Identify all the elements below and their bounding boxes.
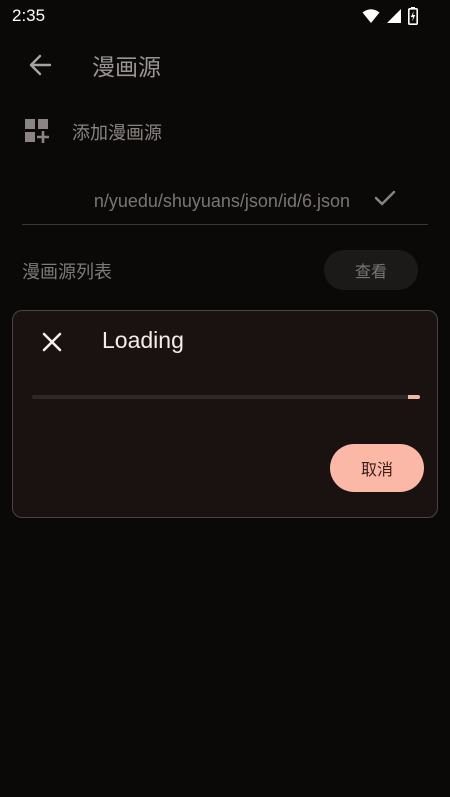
source-list-row: 漫画源列表 查看 [0, 248, 450, 292]
source-url-input[interactable]: n/yuedu/shuyuans/json/id/6.json [94, 191, 350, 212]
battery-charging-icon [408, 7, 418, 25]
source-url-field[interactable]: n/yuedu/shuyuans/json/id/6.json [22, 176, 428, 225]
back-button[interactable] [24, 50, 58, 80]
arrow-left-icon [29, 54, 52, 76]
wifi-icon [362, 9, 380, 23]
check-icon[interactable] [372, 186, 398, 210]
add-source-label: 添加漫画源 [72, 123, 162, 144]
status-time: 2:35 [12, 6, 46, 25]
view-button[interactable]: 查看 [324, 250, 418, 290]
add-source-row[interactable]: 添加漫画源 [0, 108, 450, 154]
progress-indicator [408, 395, 420, 399]
signal-icon [387, 9, 401, 23]
loading-dialog: Loading 取消 [12, 310, 438, 518]
status-icons [362, 7, 418, 25]
add-grid-icon [25, 119, 49, 143]
source-list-label: 漫画源列表 [22, 262, 112, 283]
progress-bar [32, 395, 420, 399]
close-icon[interactable] [39, 329, 65, 355]
dialog-title: Loading [102, 327, 184, 353]
app-bar: 漫画源 [0, 34, 450, 94]
cancel-button[interactable]: 取消 [330, 444, 424, 492]
status-bar: 2:35 [0, 0, 450, 34]
page-title: 漫画源 [92, 55, 161, 81]
